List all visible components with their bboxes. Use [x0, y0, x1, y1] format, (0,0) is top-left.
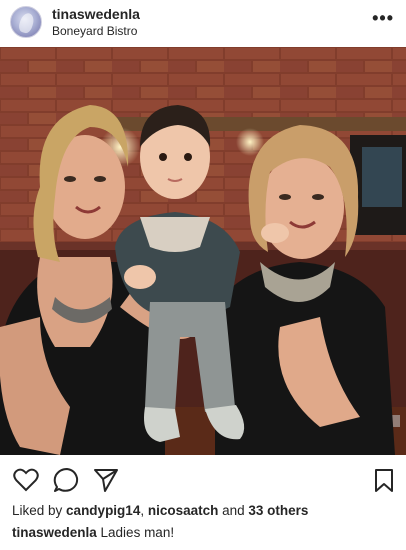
- send-icon[interactable]: [92, 466, 120, 494]
- post-username[interactable]: tinaswedenla: [52, 6, 140, 22]
- liker-link[interactable]: candypig14: [66, 503, 140, 518]
- post-header: tinaswedenla Boneyard Bistro •••: [0, 0, 406, 46]
- avatar[interactable]: [10, 6, 42, 38]
- likes-others-link[interactable]: 33 others: [248, 503, 308, 518]
- likes-prefix: Liked by: [12, 503, 67, 518]
- heart-icon[interactable]: [12, 466, 40, 494]
- likes-separator: ,: [140, 503, 148, 518]
- post-photo[interactable]: [0, 47, 406, 455]
- action-bar: [0, 462, 406, 498]
- comment-icon[interactable]: [52, 466, 80, 494]
- caption-text: Ladies man!: [96, 525, 175, 540]
- post-location[interactable]: Boneyard Bistro: [52, 24, 137, 38]
- liker-link[interactable]: nicosaatch: [148, 503, 219, 518]
- photo-illustration: [0, 47, 406, 455]
- caption-username[interactable]: tinaswedenla: [12, 525, 97, 540]
- post-caption: tinaswedenla Ladies man!: [12, 525, 174, 540]
- bookmark-icon[interactable]: [370, 466, 398, 494]
- likes-suffix: and: [218, 503, 249, 518]
- likes-summary: Liked by candypig14, nicosaatch and 33 o…: [12, 503, 308, 518]
- more-options-icon[interactable]: •••: [372, 8, 394, 29]
